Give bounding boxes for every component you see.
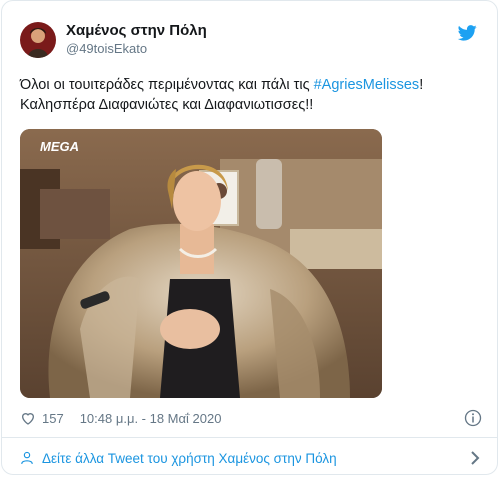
user-handle[interactable]: @49toisEkato [66, 40, 207, 58]
like-count[interactable]: 157 [42, 411, 64, 426]
avatar[interactable] [20, 22, 56, 58]
hashtag-link[interactable]: #AgriesMelisses [314, 77, 420, 93]
tweet-media-image[interactable]: MEGA [20, 129, 382, 398]
heart-icon[interactable] [20, 410, 36, 426]
tweet-meta: 157 10:48 μ.μ. - 18 Μαΐ 2020 [20, 407, 482, 429]
media-watermark: MEGA [40, 139, 79, 154]
tweet-timestamp[interactable]: 10:48 μ.μ. - 18 Μαΐ 2020 [80, 411, 222, 426]
divider [2, 437, 497, 438]
tweet-header: Χαμένος στην Πόλη @49toisEkato [20, 19, 207, 61]
more-tweets-link[interactable]: Δείτε άλλα Tweet του χρήστη Χαμένος στην… [20, 447, 482, 469]
twitter-bird-icon[interactable] [458, 25, 477, 41]
person-icon [21, 451, 33, 465]
chevron-right-icon[interactable] [470, 451, 480, 465]
tweet-text-before: Όλοι οι τουιτεράδες περιμένοντας και πάλ… [20, 77, 314, 93]
more-tweets-label[interactable]: Δείτε άλλα Tweet του χρήστη Χαμένος στην… [42, 451, 337, 466]
display-name[interactable]: Χαμένος στην Πόλη [66, 22, 207, 40]
tweet-text: Όλοι οι τουιτεράδες περιμένοντας και πάλ… [20, 75, 482, 115]
info-icon[interactable] [464, 409, 482, 427]
tweet-card: Χαμένος στην Πόλη @49toisEkato Όλοι οι τ… [1, 0, 498, 475]
user-names: Χαμένος στην Πόλη @49toisEkato [66, 22, 207, 58]
